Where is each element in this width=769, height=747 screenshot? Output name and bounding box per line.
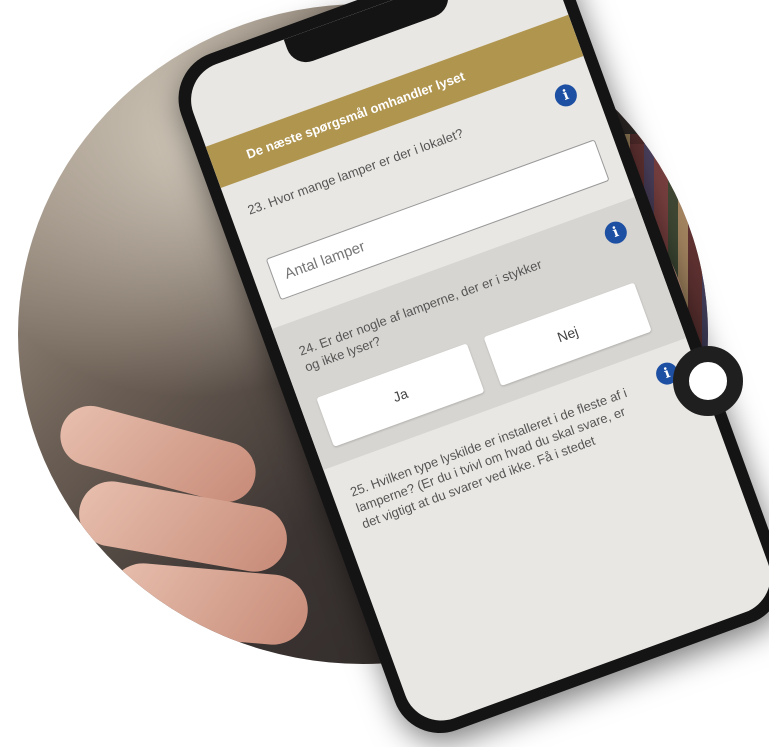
info-icon[interactable]: i bbox=[601, 218, 630, 247]
info-icon[interactable]: i bbox=[551, 81, 580, 110]
left-finger-3 bbox=[105, 560, 311, 648]
decorative-ring bbox=[673, 346, 743, 416]
